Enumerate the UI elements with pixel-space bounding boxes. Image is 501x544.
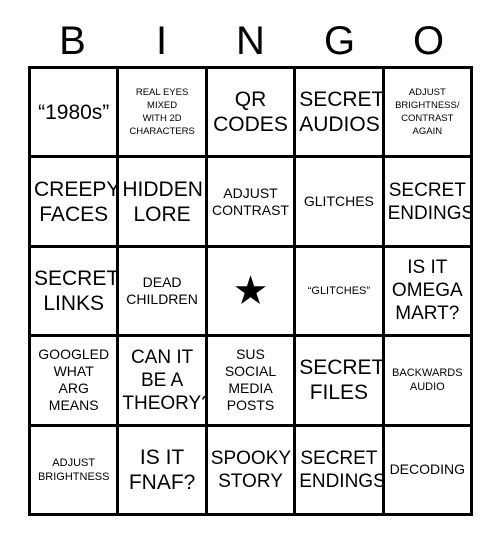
bingo-cell[interactable]: DEAD CHILDREN	[119, 247, 208, 338]
bingo-grid: “1980s” REAL EYES MIXED WITH 2D CHARACTER…	[28, 66, 473, 516]
bingo-cell[interactable]: IS IT OMEGA MART?	[384, 247, 473, 338]
bingo-cell-label: ADJUST BRIGHTNESS	[37, 456, 110, 483]
bingo-cell-label: CAN IT BE A THEORY?	[122, 346, 208, 414]
bingo-cell[interactable]: ADJUST BRIGHTNESS/ CONTRAST AGAIN	[384, 69, 473, 159]
bingo-cell[interactable]: GLITCHES	[296, 158, 385, 248]
bingo-cell-label: SUS SOCIAL MEDIA POSTS	[224, 346, 277, 414]
bingo-cell[interactable]: GOOGLED WHAT ARG MEANS	[31, 337, 120, 427]
bingo-cell-label: IS IT OMEGA MART?	[391, 257, 463, 325]
bingo-cell[interactable]: “1980s”	[31, 69, 120, 159]
bingo-cell[interactable]: CAN IT BE A THEORY?	[119, 337, 208, 427]
bingo-cell-label: IS IT FNAF?	[128, 445, 196, 494]
bingo-cell[interactable]: ADJUST BRIGHTNESS	[31, 426, 120, 516]
bingo-cell-label: REAL EYES MIXED WITH 2D CHARACTERS	[129, 87, 195, 138]
bingo-cell-label: HIDDEN LORE	[122, 177, 203, 226]
bingo-header-row: B I N G O	[28, 16, 473, 66]
bingo-cell-label: SECRET AUDIOS	[299, 88, 385, 137]
bingo-header-letter-g: G	[323, 19, 356, 63]
bingo-cell[interactable]: “GLITCHES”	[296, 247, 385, 338]
bingo-cell-label: ADJUST CONTRAST	[211, 184, 289, 218]
bingo-cell[interactable]: SECRET LINKS	[31, 247, 120, 338]
bingo-cell-label: DECODING	[389, 461, 466, 478]
bingo-cell[interactable]: SECRET ENDINGS	[296, 426, 385, 516]
bingo-cell[interactable]: ADJUST CONTRAST	[207, 158, 297, 248]
bingo-cell-label: CREEPY FACES	[34, 177, 120, 226]
bingo-cell[interactable]: SECRET ENDINGS	[384, 158, 473, 248]
bingo-cell-label: BACKWARDS AUDIO	[392, 367, 463, 394]
bingo-cell-label: SECRET LINKS	[34, 266, 120, 315]
bingo-cell[interactable]: QR CODES	[207, 69, 297, 159]
star-icon: ★	[232, 268, 269, 313]
bingo-cell[interactable]: SPOOKY STORY	[207, 426, 297, 516]
bingo-header-letter-n: N	[236, 19, 265, 63]
bingo-cell[interactable]: HIDDEN LORE	[119, 158, 208, 248]
bingo-cell[interactable]: SECRET FILES	[296, 337, 385, 427]
bingo-cell-label: SECRET ENDINGS	[387, 179, 473, 224]
bingo-cell[interactable]: SUS SOCIAL MEDIA POSTS	[207, 337, 297, 427]
bingo-cell-label: GLITCHES	[303, 193, 374, 210]
bingo-cell-label: “1980s”	[38, 100, 110, 124]
bingo-cell-label: “GLITCHES”	[307, 284, 371, 297]
bingo-cell[interactable]: IS IT FNAF?	[119, 426, 208, 516]
bingo-cell[interactable]: CREEPY FACES	[31, 158, 120, 248]
bingo-cell-label: QR CODES	[213, 88, 288, 137]
bingo-cell[interactable]: REAL EYES MIXED WITH 2D CHARACTERS	[119, 69, 208, 159]
bingo-header-letter-i: I	[155, 19, 168, 63]
bingo-cell[interactable]: DECODING	[384, 426, 473, 516]
bingo-cell-label: GOOGLED WHAT ARG MEANS	[38, 346, 110, 414]
bingo-cell-label: SECRET FILES	[299, 356, 385, 405]
bingo-header-letter-o: O	[412, 19, 445, 63]
bingo-card: B I N G O “1980s” REAL EYES MIXED WITH 2D…	[0, 0, 501, 544]
bingo-header-letter-b: B	[59, 19, 86, 63]
bingo-cell-label: SECRET ENDINGS	[299, 447, 385, 492]
bingo-cell-label: DEAD CHILDREN	[126, 273, 198, 307]
bingo-cell[interactable]: SECRET AUDIOS	[296, 69, 385, 159]
bingo-free-space-cell[interactable]: ★	[207, 247, 297, 338]
bingo-cell[interactable]: BACKWARDS AUDIO	[384, 337, 473, 427]
bingo-cell-label: SPOOKY STORY	[210, 447, 292, 492]
bingo-cell-label: ADJUST BRIGHTNESS/ CONTRAST AGAIN	[395, 87, 460, 138]
